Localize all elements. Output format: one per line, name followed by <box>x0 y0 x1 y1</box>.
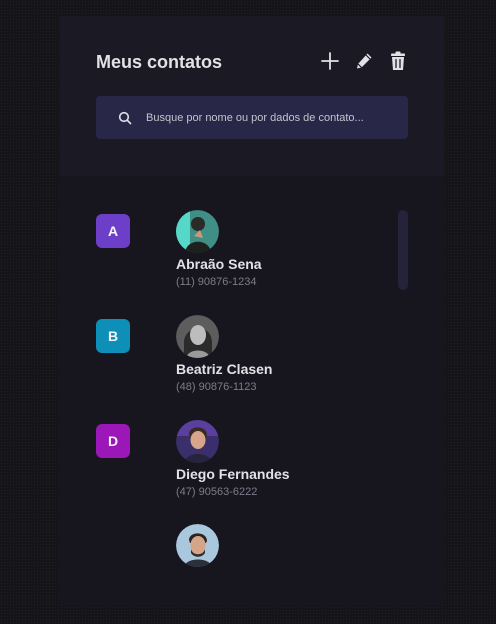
letter-badge: D <box>96 424 130 458</box>
avatar <box>176 420 219 463</box>
avatar <box>176 524 219 567</box>
delete-contact-button[interactable] <box>388 51 408 71</box>
header-actions <box>320 51 408 71</box>
plus-icon <box>321 52 339 70</box>
search-bar[interactable] <box>96 96 408 139</box>
page-title: Meus contatos <box>96 52 223 72</box>
search-input[interactable] <box>146 111 386 124</box>
trash-icon <box>391 51 405 70</box>
contact-phone: (11) 90876-1234 <box>176 276 257 288</box>
contact-name: Diego Fernandes <box>176 466 290 482</box>
contact-item[interactable]: Diego Fernandes (47) 90563-6222 <box>176 420 376 499</box>
edit-contact-button[interactable] <box>354 51 374 71</box>
scrollbar[interactable] <box>398 210 408 290</box>
search-icon <box>118 111 132 125</box>
contact-name: Beatriz Clasen <box>176 361 273 377</box>
add-contact-button[interactable] <box>320 51 340 71</box>
contact-phone: (48) 90876-1123 <box>176 381 257 393</box>
contact-name: Abraão Sena <box>176 256 262 272</box>
pencil-icon <box>357 53 372 69</box>
avatar <box>176 210 219 253</box>
contact-phone: (47) 90563-6222 <box>176 486 258 498</box>
contacts-panel: Meus contatos Busque por nome ou por dad… <box>60 16 444 606</box>
header: Meus contatos <box>60 16 444 176</box>
letter-badge: A <box>96 214 130 248</box>
contact-item[interactable]: Abraão Sena (11) 90876-1234 <box>176 210 376 289</box>
letter-badge: B <box>96 319 130 353</box>
contact-list: A Abraão Sena (11) 90876-1234 B Beatriz … <box>60 206 444 606</box>
contact-item[interactable] <box>176 524 376 567</box>
avatar <box>176 315 219 358</box>
contact-item[interactable]: Beatriz Clasen (48) 90876-1123 <box>176 315 376 394</box>
